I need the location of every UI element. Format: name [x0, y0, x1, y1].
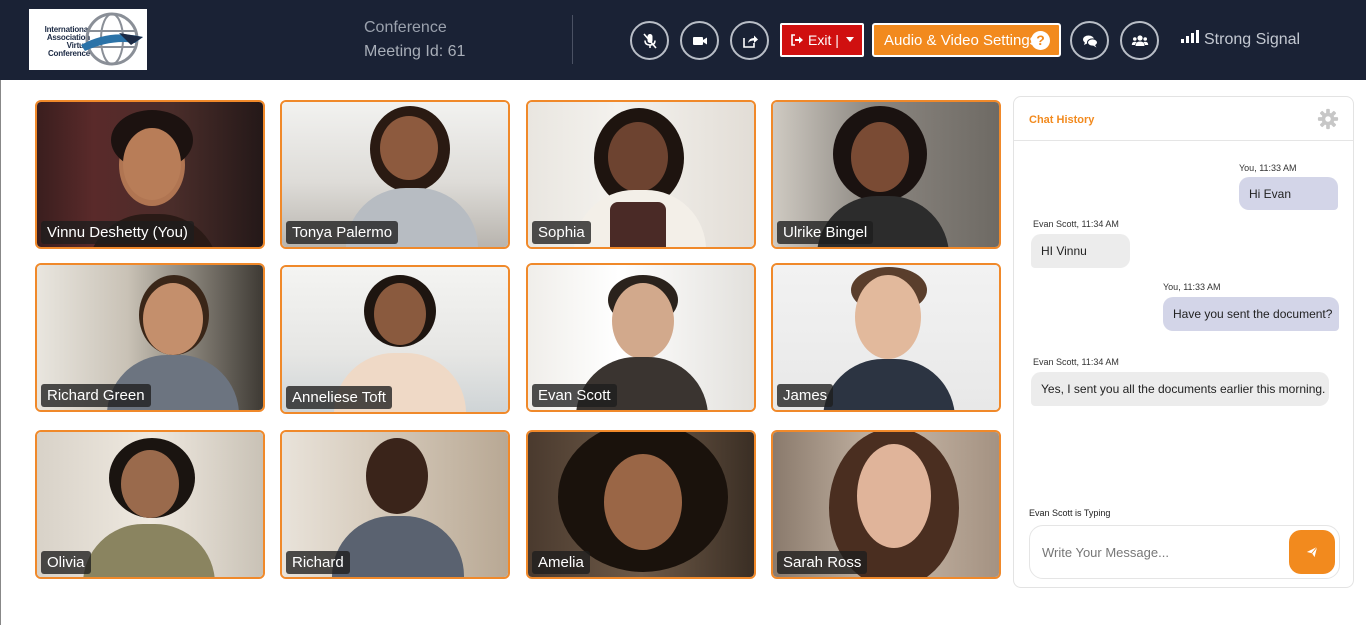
chat-button[interactable] [1070, 21, 1109, 60]
participants-button[interactable] [1120, 21, 1159, 60]
participant-name: Sophia [532, 221, 591, 244]
exit-button[interactable]: Exit | [780, 23, 864, 57]
participant-name: Ulrike Bingel [777, 221, 874, 244]
participant-tile[interactable]: Ulrike Bingel [771, 100, 1001, 249]
meeting-title: Conference [364, 19, 447, 36]
exit-dropdown-caret[interactable] [846, 37, 854, 42]
participant-tile[interactable]: Anneliese Toft [280, 265, 510, 414]
message-meta: You, 11:33 AM [1163, 282, 1221, 292]
message-input[interactable] [1042, 542, 1282, 562]
participant-name: Amelia [532, 551, 590, 574]
message-composer [1029, 525, 1340, 579]
mic-off-icon [642, 32, 657, 49]
participants-icon [1131, 34, 1148, 46]
paper-plane-icon [1306, 546, 1318, 558]
help-icon: ? [1031, 31, 1050, 50]
message-bubble: Have you sent the document? [1163, 297, 1339, 331]
page-border [0, 80, 1, 625]
participant-name: Richard Green [41, 384, 151, 407]
signal-strength-icon [1181, 30, 1199, 43]
top-bar: International Association Virtual Confer… [0, 0, 1366, 80]
sign-out-icon [791, 34, 803, 46]
video-camera-icon [692, 36, 707, 45]
participant-tile[interactable]: Evan Scott [526, 263, 756, 412]
participant-name: James [777, 384, 834, 407]
participant-tile[interactable]: Sophia [526, 100, 756, 249]
participant-name: Sarah Ross [777, 551, 868, 574]
chat-title: Chat History [1029, 114, 1095, 126]
meeting-info: Conference Meeting Id: 61 [364, 18, 465, 62]
chat-panel: Chat History You, 11:33 AM Hi Evan Evan … [1013, 96, 1354, 588]
typing-indicator: Evan Scott is Typing [1029, 508, 1111, 518]
mute-button[interactable] [630, 21, 669, 60]
message-meta: Evan Scott, 11:34 AM [1033, 219, 1119, 229]
participant-name: Olivia [41, 551, 91, 574]
message-bubble: HI Vinnu [1031, 234, 1130, 268]
participant-tile[interactable]: Sarah Ross [771, 430, 1001, 579]
share-screen-button[interactable] [730, 21, 769, 60]
participant-name: Vinnu Deshetty (You) [41, 221, 194, 244]
participant-tile[interactable]: Amelia [526, 430, 756, 579]
participant-tile[interactable]: Richard Green [35, 263, 265, 412]
participant-name: Evan Scott [532, 384, 617, 407]
globe-icon [81, 12, 143, 66]
participant-name: Anneliese Toft [286, 386, 392, 409]
message-bubble: Hi Evan [1239, 177, 1338, 210]
participant-tile[interactable]: Olivia [35, 430, 265, 579]
audio-video-settings-label: Audio & Video Settings [884, 31, 1038, 49]
participant-name: Tonya Palermo [286, 221, 399, 244]
gear-icon[interactable] [1317, 108, 1339, 130]
chat-bubbles-icon [1082, 35, 1098, 47]
toolbar-divider [572, 15, 573, 64]
participant-tile[interactable]: Tonya Palermo [280, 100, 510, 249]
logo: International Association Virtual Confer… [29, 9, 147, 70]
meeting-id: Meeting Id: 61 [364, 43, 466, 60]
participant-name: Richard [286, 551, 350, 574]
send-button[interactable] [1289, 530, 1335, 574]
video-button[interactable] [680, 21, 719, 60]
share-screen-icon [742, 35, 758, 48]
message-meta: You, 11:33 AM [1239, 163, 1297, 173]
message-meta: Evan Scott, 11:34 AM [1033, 357, 1119, 367]
message-bubble: Yes, I sent you all the documents earlie… [1031, 372, 1329, 406]
participant-tile[interactable]: Richard [280, 430, 510, 579]
exit-label: Exit | [808, 32, 839, 48]
audio-video-settings-button[interactable]: Audio & Video Settings ? [872, 23, 1061, 57]
signal-label: Strong Signal [1204, 31, 1301, 48]
chat-header: Chat History [1014, 97, 1353, 141]
participant-tile[interactable]: James [771, 263, 1001, 412]
participant-tile[interactable]: Vinnu Deshetty (You) [35, 100, 265, 249]
